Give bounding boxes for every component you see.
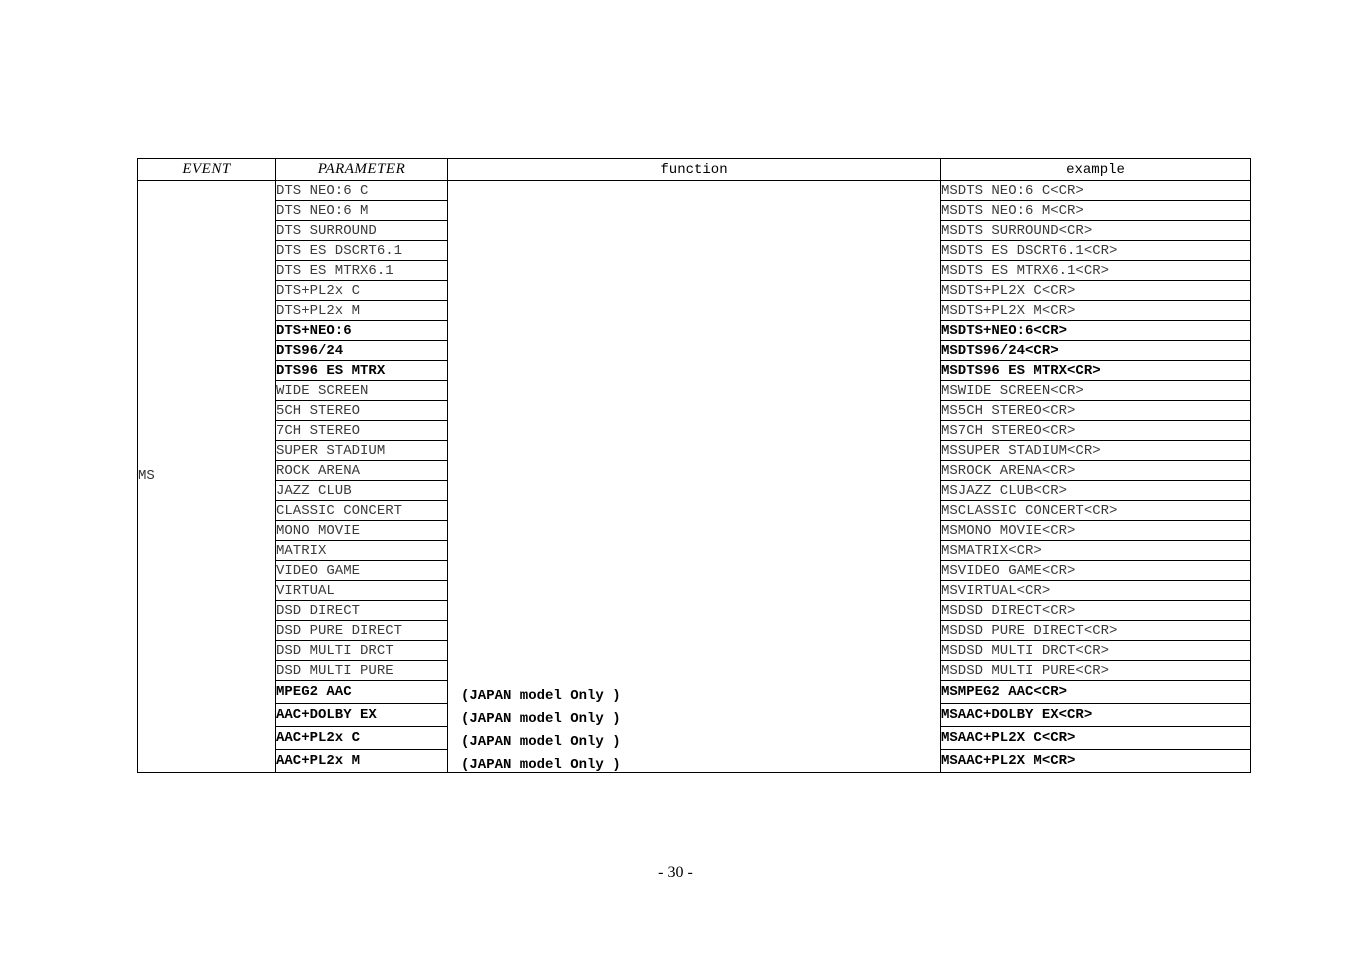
parameter-cell: ROCK ARENA	[275, 460, 448, 481]
example-cell: MSDTS SURROUND<CR>	[940, 220, 1251, 241]
example-cell: MSDTS ES MTRX6.1<CR>	[940, 260, 1251, 281]
document-page: EVENT PARAMETER function example MS DTS N…	[0, 0, 1351, 954]
parameter-cell: VIRTUAL	[275, 580, 448, 601]
example-cell: MS5CH STEREO<CR>	[940, 400, 1251, 421]
example-cell: MSDTS ES DSCRT6.1<CR>	[940, 240, 1251, 261]
table-row: MS DTS NEO:6 C (JAPAN model Only ) (JAPAN m…	[137, 180, 1251, 773]
parameter-cell: DTS ES MTRX6.1	[275, 260, 448, 281]
table-head: EVENT PARAMETER function example	[137, 158, 1251, 181]
parameter-cell: AAC+DOLBY EX	[275, 703, 448, 727]
parameter-cell: DTS96/24	[275, 340, 448, 361]
parameter-cell: DTS+PL2x C	[275, 280, 448, 301]
example-cell: MSDSD PURE DIRECT<CR>	[940, 620, 1251, 641]
parameter-cell: WIDE SCREEN	[275, 380, 448, 401]
example-cell: MSVIRTUAL<CR>	[940, 580, 1251, 601]
parameter-cell: CLASSIC CONCERT	[275, 500, 448, 521]
parameter-cell: DTS96 ES MTRX	[275, 360, 448, 381]
parameter-cell: DSD DIRECT	[275, 600, 448, 621]
column-header-function: function	[447, 158, 941, 181]
japan-model-only-note: (JAPAN model Only )	[461, 733, 621, 750]
parameter-cell: SUPER STADIUM	[275, 440, 448, 461]
parameter-cell: DTS+PL2x M	[275, 300, 448, 321]
parameter-cell: DSD MULTI PURE	[275, 660, 448, 681]
example-cell: MS7CH STEREO<CR>	[940, 420, 1251, 441]
example-cell: MSDTS+PL2X M<CR>	[940, 300, 1251, 321]
example-cell: MSDTS96/24<CR>	[940, 340, 1251, 361]
example-cell: MSDTS NEO:6 C<CR>	[940, 180, 1251, 201]
example-cell: MSAAC+DOLBY EX<CR>	[940, 703, 1251, 727]
example-cell: MSDSD MULTI DRCT<CR>	[940, 640, 1251, 661]
example-cell: MSDTS+PL2X C<CR>	[940, 280, 1251, 301]
example-cell: MSSUPER STADIUM<CR>	[940, 440, 1251, 461]
example-cell: MSMATRIX<CR>	[940, 540, 1251, 561]
parameter-cell: DTS NEO:6 C	[275, 180, 448, 201]
parameter-cell: AAC+PL2x C	[275, 726, 448, 750]
parameter-cell: MATRIX	[275, 540, 448, 561]
example-cell: MSMPEG2 AAC<CR>	[940, 680, 1251, 704]
example-cell: MSDSD MULTI PURE<CR>	[940, 660, 1251, 681]
table-header-row: EVENT PARAMETER function example	[137, 158, 1251, 181]
parameter-cell: VIDEO GAME	[275, 560, 448, 581]
parameter-cell: DSD PURE DIRECT	[275, 620, 448, 641]
example-cell: MSWIDE SCREEN<CR>	[940, 380, 1251, 401]
example-cell: MSJAZZ CLUB<CR>	[940, 480, 1251, 501]
page-footer: - 30 -	[658, 864, 693, 881]
example-cell: MSAAC+PL2X M<CR>	[941, 753, 1076, 769]
example-cell: MSVIDEO GAME<CR>	[940, 560, 1251, 581]
command-spec-table-wrapper: EVENT PARAMETER function example MS DTS N…	[137, 158, 1251, 773]
parameter-cell: DTS+NEO:6	[275, 320, 448, 341]
column-header-example: example	[940, 158, 1251, 181]
example-cell: MSDTS NEO:6 M<CR>	[940, 200, 1251, 221]
example-cell: MSDSD DIRECT<CR>	[940, 600, 1251, 621]
column-header-parameter: PARAMETER	[275, 158, 448, 181]
parameter-cell: AAC+PL2x M	[275, 749, 448, 773]
example-cell: MSROCK ARENA<CR>	[940, 460, 1251, 481]
column-header-event: EVENT	[137, 158, 276, 181]
japan-model-only-note: (JAPAN model Only )	[461, 710, 621, 727]
parameter-cell: DTS SURROUND	[275, 220, 448, 241]
command-spec-table: EVENT PARAMETER function example MS DTS N…	[137, 158, 1251, 773]
function-notes-container: (JAPAN model Only ) (JAPAN model Only ) (J…	[448, 183, 940, 773]
parameter-cell: JAZZ CLUB	[275, 480, 448, 501]
event-cell: MS	[137, 180, 276, 773]
example-cell: MSCLASSIC CONCERT<CR>	[940, 500, 1251, 521]
example-cell: MSMONO MOVIE<CR>	[940, 520, 1251, 541]
function-cell: (JAPAN model Only ) (JAPAN model Only ) (J…	[447, 180, 941, 773]
parameter-cell: 5CH STEREO	[275, 400, 448, 421]
table-body: MS DTS NEO:6 C (JAPAN model Only ) (JAPAN m…	[137, 180, 1251, 773]
example-cell: MSDTS+NEO:6<CR>	[940, 320, 1251, 341]
example-cell: MSDTS96 ES MTRX<CR>	[940, 360, 1251, 381]
parameter-cell: DSD MULTI DRCT	[275, 640, 448, 661]
parameter-cell: DTS NEO:6 M	[275, 200, 448, 221]
parameter-cell: DTS ES DSCRT6.1	[275, 240, 448, 261]
japan-model-only-note: (JAPAN model Only )	[461, 687, 621, 704]
example-cell: MSAAC+PL2X C<CR>	[940, 726, 1251, 750]
parameter-cell: MPEG2 AAC	[275, 680, 448, 704]
parameter-cell: 7CH STEREO	[275, 420, 448, 441]
parameter-cell: MONO MOVIE	[275, 520, 448, 541]
japan-model-only-note: (JAPAN model Only )	[461, 756, 621, 773]
